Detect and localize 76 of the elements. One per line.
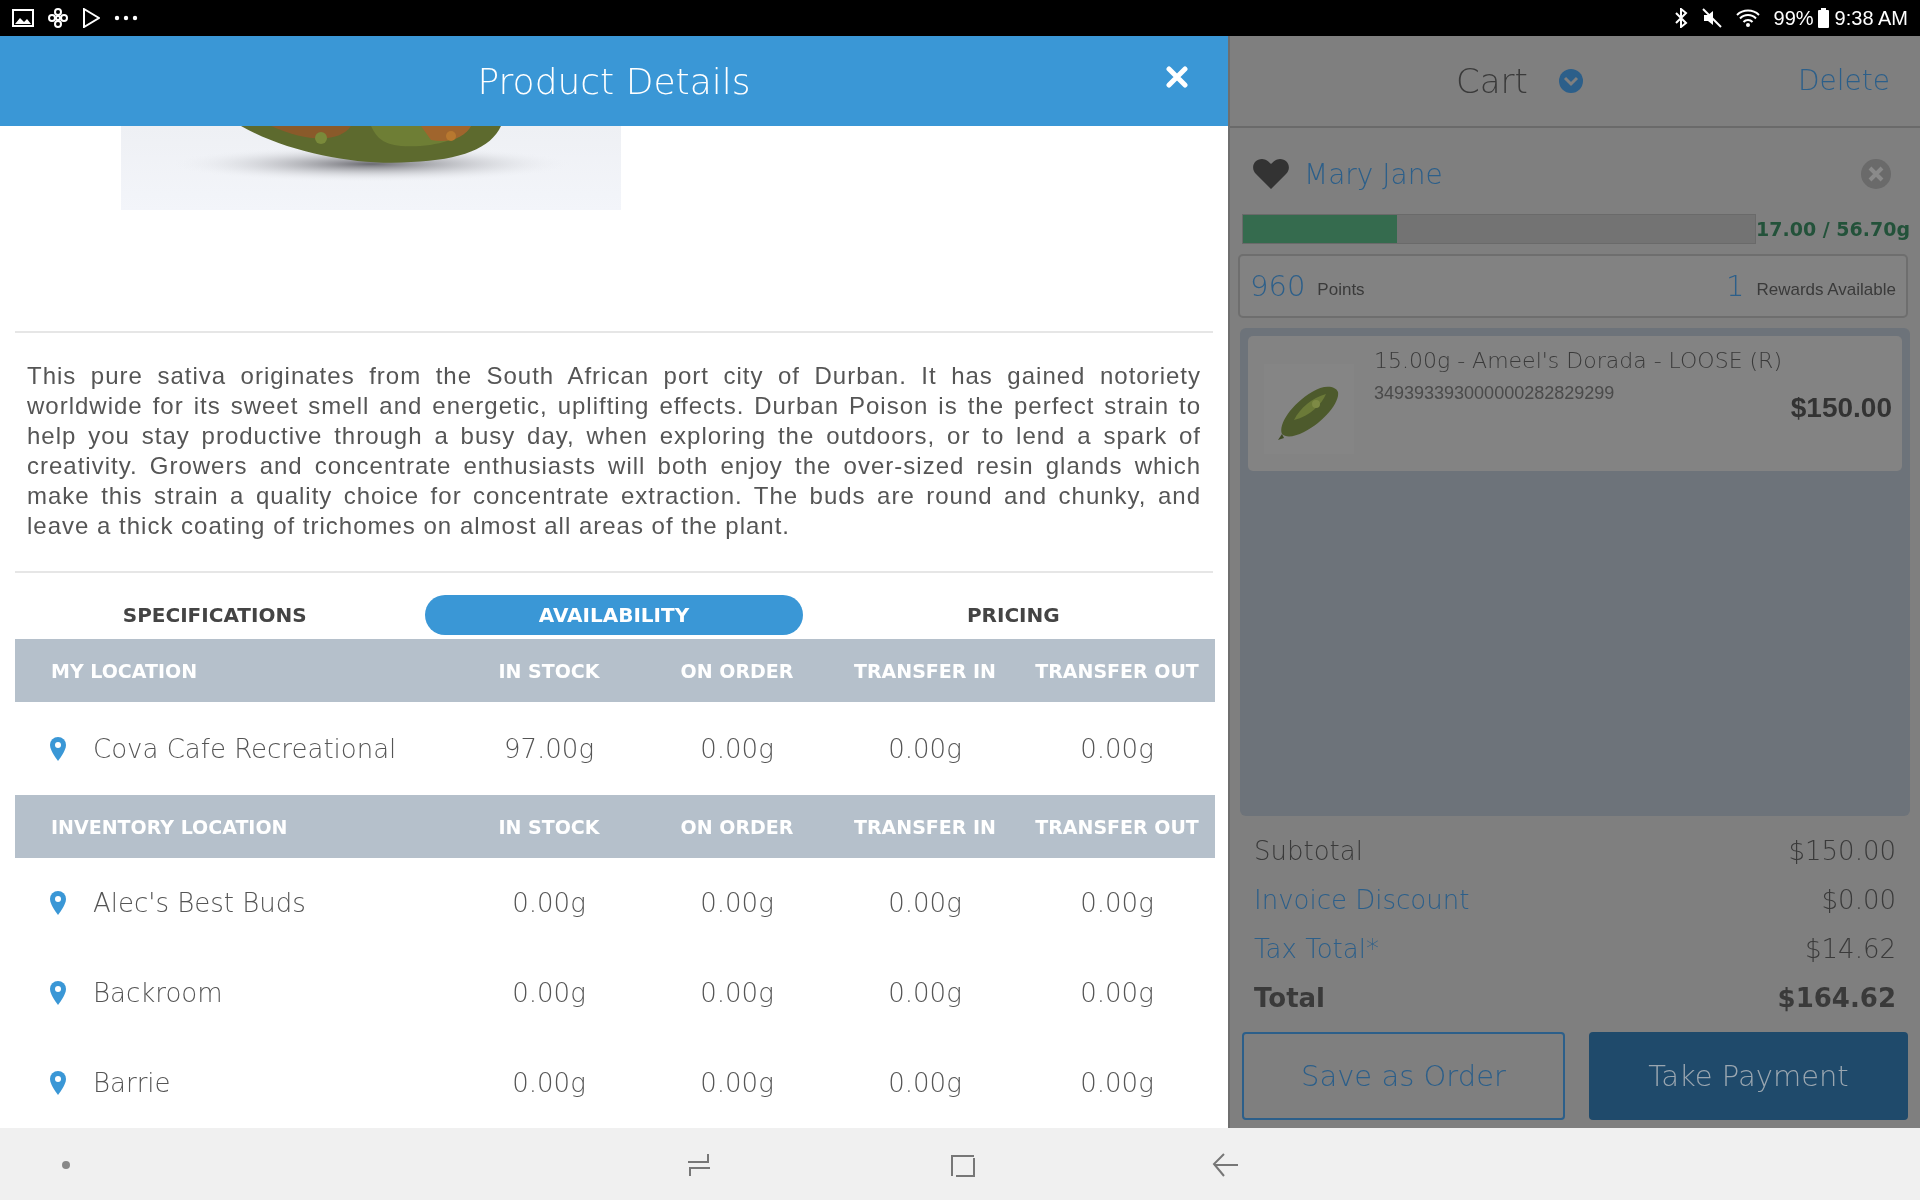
column-header: TRANSFER IN	[831, 795, 1019, 858]
column-header: ON ORDER	[643, 795, 831, 858]
points-label: Points	[1317, 280, 1365, 300]
battery-percent: 99%	[1773, 6, 1814, 30]
location-name: Alec's Best Buds	[93, 888, 306, 918]
close-button[interactable]	[1166, 66, 1188, 88]
table-cell-text: 0.00g	[511, 1067, 587, 1100]
back-icon[interactable]	[1212, 1152, 1240, 1178]
clock: 9:38 AM	[1834, 6, 1908, 30]
total-value: $164.62	[1777, 982, 1896, 1013]
item-sku: 349393393000000282829299	[1374, 383, 1616, 404]
location-name: Barrie	[93, 1068, 171, 1098]
take-payment-button[interactable]: Take Payment	[1589, 1032, 1908, 1120]
table-cell-text: 0.00g	[511, 977, 587, 1010]
total-link[interactable]: Tax Total*	[1254, 933, 1379, 964]
heart-icon[interactable]	[1252, 158, 1290, 190]
table-cell-text: 0.00g	[887, 887, 963, 920]
total-value: $0.00	[1821, 884, 1896, 915]
item-price: $150.00	[1790, 392, 1892, 424]
table-cell-text: 0.00g	[887, 1067, 963, 1100]
rewards-label: Rewards Available	[1756, 280, 1896, 300]
total-link[interactable]: Invoice Discount	[1254, 884, 1470, 915]
column-header: INVENTORY LOCATION	[15, 795, 455, 858]
table-cell-text: 0.00g	[1079, 977, 1155, 1010]
wifi-icon	[1735, 9, 1760, 27]
table-cell-text: 0.00g	[699, 1067, 775, 1100]
column-header: TRANSFER OUT	[1019, 639, 1215, 702]
chevron-down-icon[interactable]	[1557, 68, 1584, 94]
save-order-button[interactable]: Save as Order	[1242, 1032, 1565, 1120]
bluetooth-icon	[1673, 8, 1688, 28]
table-cell-text: 0.00g	[699, 732, 775, 766]
recent-apps-icon[interactable]	[686, 1152, 712, 1178]
table-cell-text: 0.00g	[1079, 732, 1155, 766]
table-cell-text: 0.00g	[699, 887, 775, 920]
window-title: Product Details	[477, 60, 751, 102]
more-icon	[114, 15, 138, 21]
dot-icon[interactable]	[61, 1160, 71, 1170]
column-header: MY LOCATION	[15, 639, 455, 702]
table-cell-text: 0.00g	[1079, 1067, 1155, 1100]
item-name: 15.00g - Ameel's Dorada - LOOSE (R)	[1374, 348, 1783, 373]
column-header: TRANSFER IN	[831, 639, 1019, 702]
cart-title: Cart	[1456, 61, 1528, 101]
customer-name[interactable]: Mary Jane	[1304, 157, 1860, 191]
product-description: This pure sativa originates from the South African port city of Durban. It has gained notoriety worldwide for its sweet smell and energetic, uplifting effects. Durban Poison is the perfect strain to help you stay productive through a busy day, when exploring the outdoors, or to lend a spark of creativity. Growers and concentrate enthusiasts will both enjoy the over-sized resin glands which make this strain a quality choice for concentrate extraction. The buds are round and chunky, and leave a thick coating of trichomes on almost all areas of the plant.	[15, 333, 1213, 573]
mute-icon	[1701, 8, 1722, 28]
column-header: IN STOCK	[455, 639, 643, 702]
tab[interactable]: SPECIFICATIONS	[26, 595, 404, 635]
home-icon[interactable]	[950, 1152, 976, 1178]
table-cell-text: 0.00g	[699, 977, 775, 1010]
location-name: Cova Cafe Recreational	[93, 733, 397, 764]
table-cell-text: 0.00g	[887, 977, 963, 1010]
tab[interactable]: AVAILABILITY	[425, 595, 803, 635]
battery-icon	[1817, 8, 1829, 28]
total-value: $14.62	[1805, 933, 1896, 964]
column-header: IN STOCK	[455, 795, 643, 858]
column-header: TRANSFER OUT	[1019, 795, 1215, 858]
delete-button[interactable]: Delete	[1798, 64, 1890, 97]
table-cell-text: 0.00g	[1079, 887, 1155, 920]
location-pin-icon	[49, 890, 67, 916]
cart-item[interactable]: 15.00g - Ameel's Dorada - LOOSE (R) 349393393000000282829299 $150.00	[1248, 336, 1902, 471]
location-pin-icon	[49, 735, 67, 762]
location-pin-icon	[49, 1070, 67, 1096]
table-cell-text: 0.00g	[511, 887, 587, 920]
tab[interactable]: PRICING	[824, 595, 1202, 635]
points-value: 960	[1250, 269, 1306, 303]
location-name: Backroom	[93, 978, 223, 1008]
location-pin-icon	[49, 980, 67, 1006]
table-cell-text: 97.00g	[502, 732, 595, 766]
total-label: Subtotal	[1254, 835, 1363, 866]
rewards-count: 1	[1726, 269, 1745, 303]
total-value: $150.00	[1788, 835, 1896, 866]
column-header: ON ORDER	[643, 639, 831, 702]
total-label: Total	[1254, 982, 1326, 1013]
image-icon	[12, 9, 34, 27]
limit-reading: 17.00 / 56.70g	[1756, 218, 1910, 240]
table-cell-text: 0.00g	[887, 732, 963, 766]
